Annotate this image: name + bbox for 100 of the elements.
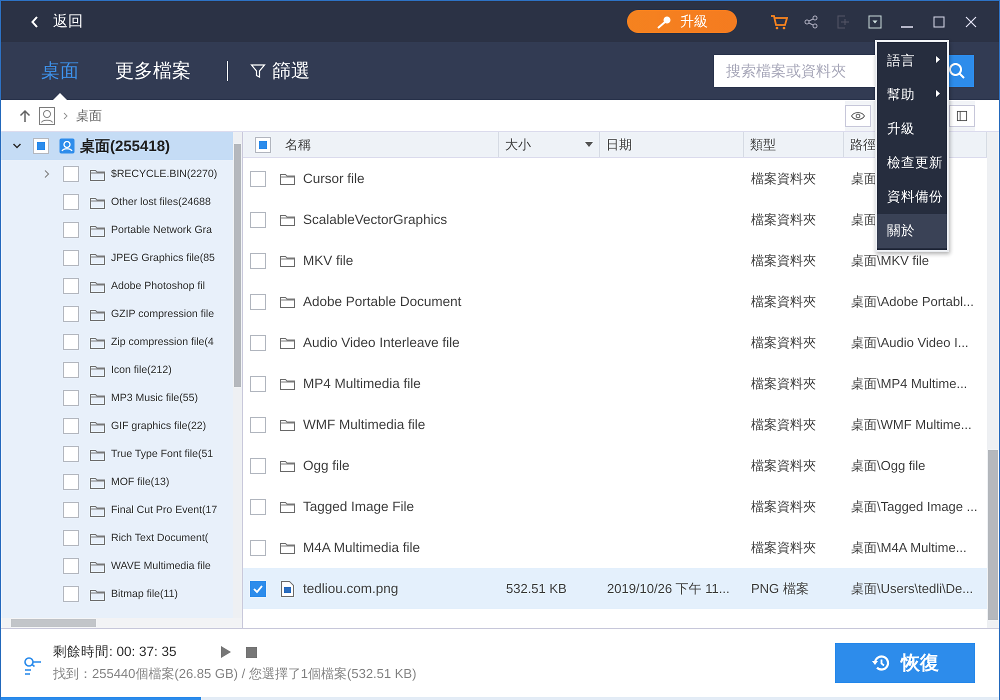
menu-item[interactable]: 關於	[877, 214, 947, 248]
desktop-user-icon	[59, 138, 75, 154]
tree-item[interactable]: Rich Text Document(	[1, 524, 233, 552]
tree-item[interactable]: JPEG Graphics file(85	[1, 244, 233, 272]
checkbox[interactable]	[250, 458, 266, 474]
user-icon	[39, 106, 55, 124]
tree-item[interactable]: MOF file(13)	[1, 468, 233, 496]
checkbox[interactable]	[63, 446, 79, 462]
menu-item[interactable]: 資料備份	[877, 180, 947, 214]
column-header[interactable]: 名稱	[279, 132, 499, 157]
folder-icon	[279, 458, 296, 473]
folder-icon	[279, 171, 296, 186]
scrollbar[interactable]	[233, 132, 242, 618]
checkbox[interactable]	[63, 362, 79, 378]
checkbox[interactable]	[250, 540, 266, 556]
file-path: 桌面\Tagged Image ...	[851, 498, 978, 516]
checkbox[interactable]	[33, 138, 49, 154]
column-header[interactable]: 日期	[600, 132, 744, 157]
up-arrow-icon[interactable]	[19, 108, 31, 122]
file-type: PNG 檔案	[751, 580, 809, 598]
checkbox[interactable]	[63, 474, 79, 490]
file-path: 桌面\WMF Multime...	[851, 416, 972, 434]
folder-icon	[279, 540, 296, 555]
checkbox[interactable]	[63, 278, 79, 294]
scan-icon	[23, 655, 43, 677]
checkbox[interactable]	[250, 170, 266, 186]
checkbox[interactable]	[250, 580, 266, 596]
file-type: 檔案資料夾	[751, 538, 816, 556]
checkbox[interactable]	[63, 306, 79, 322]
tree-item[interactable]: GIF graphics file(22)	[1, 412, 233, 440]
checkbox[interactable]	[63, 222, 79, 238]
checkbox[interactable]	[63, 250, 79, 266]
checkbox[interactable]	[63, 166, 79, 182]
checkbox[interactable]	[250, 376, 266, 392]
stop-icon[interactable]	[246, 646, 257, 658]
tree-item[interactable]: Final Cut Pro Event(17	[1, 496, 233, 524]
file-type: 檔案資料夾	[751, 456, 816, 474]
file-date: 2019/10/26 下午 11...	[607, 580, 730, 598]
sort-caret-icon[interactable]	[585, 142, 593, 147]
checkbox[interactable]	[250, 212, 266, 228]
selected-row[interactable]: tedliou.com.png 532.51 KB 2019/10/26 下午 11... PNG 檔案 桌面\Users\tedli\De...	[243, 568, 987, 609]
checkbox[interactable]	[250, 498, 266, 514]
file-type: 檔案資料夾	[751, 334, 816, 352]
tree-item[interactable]: Adobe Photoshop fil	[1, 272, 233, 300]
file-type: 檔案資料夾	[751, 292, 816, 310]
tree-item[interactable]: Zip compression file(4	[1, 328, 233, 356]
file-path: 桌面\MKV file	[851, 252, 930, 270]
file-type: 檔案資料夾	[751, 170, 816, 188]
tree-item[interactable]: MP3 Music file(55)	[1, 384, 233, 412]
checkbox[interactable]	[63, 194, 79, 210]
folder-icon	[279, 294, 296, 309]
checkbox[interactable]	[250, 294, 266, 310]
menu-item[interactable]: 升級	[877, 112, 947, 146]
tree-item[interactable]: True Type Font file(51	[1, 440, 233, 468]
checkbox[interactable]	[63, 502, 79, 518]
column-header[interactable]: 類型	[744, 132, 844, 157]
scan-summary: 找到：255440個檔案(26.85 GB) / 您選擇了1個檔案(532.51 KB)	[53, 665, 416, 683]
checkbox[interactable]	[250, 252, 266, 268]
tree-item[interactable]: Other lost files(24688	[1, 188, 233, 216]
checkbox[interactable]	[63, 390, 79, 406]
tree-item[interactable]: Bitmap file(11)	[1, 580, 233, 608]
tree-item[interactable]: 桌面(255418)	[1, 132, 233, 160]
folder-icon	[279, 212, 296, 227]
filter-button[interactable]: 篩選	[250, 58, 310, 84]
tab[interactable]: 更多檔案	[115, 42, 191, 100]
breadcrumb-item[interactable]: 桌面	[76, 106, 102, 124]
file-type: 檔案資料夾	[751, 374, 816, 392]
checkbox[interactable]	[63, 334, 79, 350]
scrollbar[interactable]	[987, 132, 999, 628]
tree-item[interactable]: $RECYCLE.BIN(2270)	[1, 160, 233, 188]
back-button[interactable]: 返回	[31, 12, 83, 31]
file-name: Adobe Portable Document	[303, 294, 462, 309]
file-name: ScalableVectorGraphics	[303, 212, 448, 227]
folder-icon	[279, 417, 296, 432]
checkbox[interactable]	[63, 586, 79, 602]
checkbox[interactable]	[250, 416, 266, 432]
tree-item[interactable]: Portable Network Gra	[1, 216, 233, 244]
scrollbar[interactable]	[1, 618, 242, 628]
tree-item[interactable]: WAVE Multimedia file	[1, 552, 233, 580]
checkbox[interactable]	[255, 136, 271, 152]
tree-item[interactable]: Icon file(212)	[1, 356, 233, 384]
file-name: Audio Video Interleave file	[303, 335, 460, 350]
panel-view-icon[interactable]	[949, 104, 975, 126]
search-icon	[948, 62, 966, 80]
checkbox[interactable]	[63, 418, 79, 434]
checkbox[interactable]	[63, 558, 79, 574]
column-header[interactable]: 大小	[499, 132, 600, 157]
checkbox[interactable]	[250, 334, 266, 350]
file-path: 桌面\M4A Multime...	[851, 538, 967, 556]
tree-item[interactable]: GZIP compression file	[1, 300, 233, 328]
file-type: 檔案資料夾	[751, 498, 816, 516]
file-name: Cursor file	[303, 171, 365, 186]
key-icon	[656, 14, 672, 28]
menu-item[interactable]: 檢查更新	[877, 146, 947, 180]
checkbox[interactable]	[63, 530, 79, 546]
file-name: tedliou.com.png	[303, 581, 398, 596]
eye-icon[interactable]	[845, 104, 871, 126]
chevron-icon	[63, 112, 68, 120]
play-icon[interactable]	[221, 646, 231, 658]
history-icon	[871, 653, 891, 673]
